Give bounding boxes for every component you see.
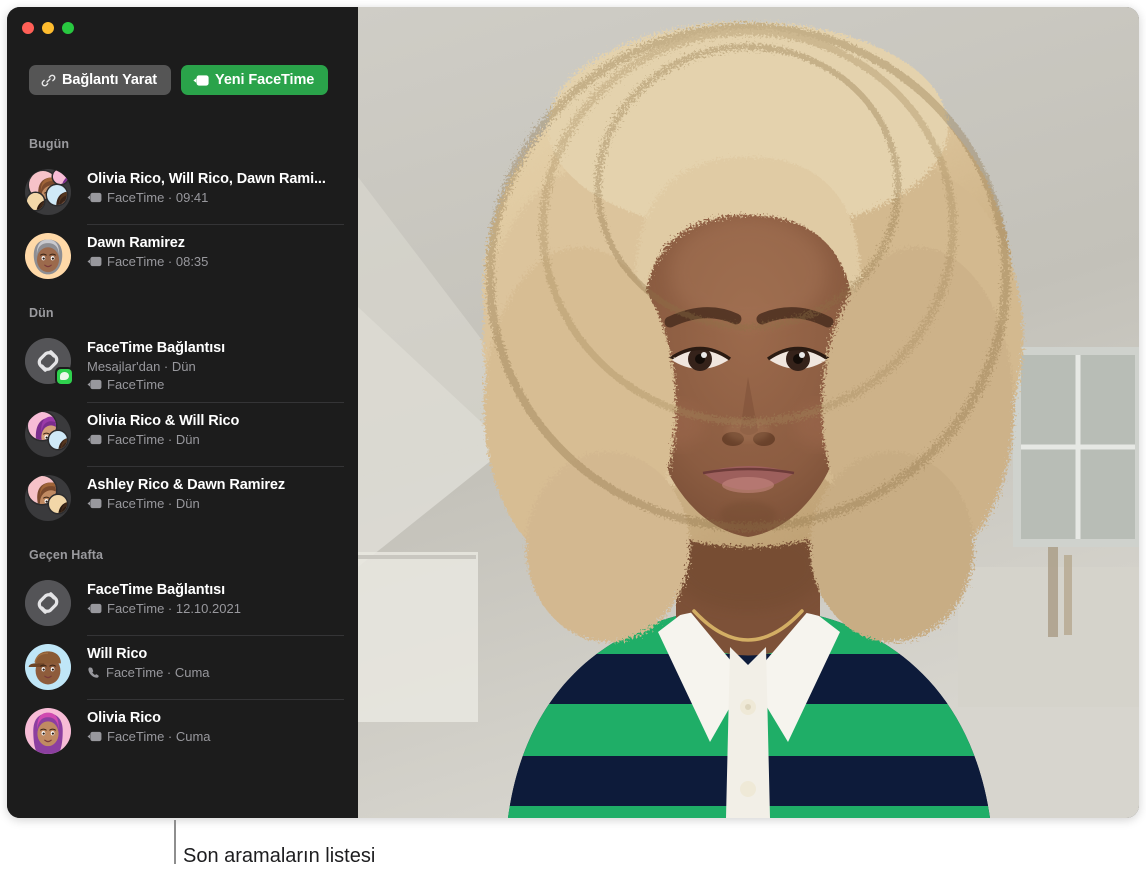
group-avatar-member (27, 193, 44, 210)
group-avatar (25, 169, 71, 215)
facetime-window: Bağlantı Yarat Yeni FaceTime Bugün Olivia… (7, 7, 1139, 818)
call-title: Olivia Rico, Will Rico, Dawn Rami... (87, 170, 344, 188)
callout-caption: Son aramaların listesi (183, 845, 375, 868)
call-list-item[interactable]: Olivia RicoFaceTime · Cuma (7, 699, 358, 763)
video-camera-icon (87, 379, 102, 390)
row-text: Ashley Rico & Dawn RamirezFaceTime · Dün (87, 475, 344, 512)
call-kind-label: FaceTime (107, 376, 164, 393)
zoom-button[interactable] (62, 22, 74, 34)
row-separator (87, 224, 344, 225)
new-facetime-button[interactable]: Yeni FaceTime (181, 65, 328, 95)
call-list-item[interactable]: FaceTime BağlantısıFaceTime · 12.10.2021 (7, 571, 358, 635)
new-facetime-label: Yeni FaceTime (215, 72, 314, 88)
call-subtitle-label: FaceTime · Cuma (107, 728, 211, 745)
call-list-item[interactable]: Ashley Rico & Dawn RamirezFaceTime · Dün (7, 466, 358, 530)
group-avatar-member (49, 431, 67, 449)
group-avatar-member (53, 169, 68, 184)
call-subtitle: FaceTime · Dün (87, 431, 344, 448)
section-header-3: Geçen Hafta (7, 530, 358, 571)
avatar-wrapper (25, 169, 71, 215)
call-list-item[interactable]: Dawn RamirezFaceTime · 08:35 (7, 224, 358, 288)
video-camera-icon (87, 256, 102, 267)
sidebar-toolbar: Bağlantı Yarat Yeni FaceTime (29, 65, 328, 95)
row-separator (87, 635, 344, 636)
video-camera-icon (87, 434, 102, 445)
create-link-button[interactable]: Bağlantı Yarat (29, 65, 171, 95)
phone-icon (87, 666, 101, 680)
call-subtitle: FaceTime · 12.10.2021 (87, 600, 344, 617)
call-subtitle-label: FaceTime · Dün (107, 495, 200, 512)
section-header-2: Dün (7, 288, 358, 329)
video-camera-icon (87, 498, 102, 509)
call-title: Olivia Rico & Will Rico (87, 412, 344, 430)
row-text: FaceTime BağlantısıFaceTime · 12.10.2021 (87, 580, 344, 617)
messages-app-badge-icon (55, 367, 73, 385)
sidebar: Bağlantı Yarat Yeni FaceTime Bugün Olivia… (7, 7, 358, 818)
call-source: Mesajlar'dan · Dün (87, 358, 344, 375)
call-list-item[interactable]: Olivia Rico, Will Rico, Dawn Rami...Face… (7, 160, 358, 224)
avatar-wrapper (25, 411, 71, 457)
call-subtitle-label: FaceTime · Dün (107, 431, 200, 448)
call-list-item[interactable]: FaceTime BağlantısıMesajlar'dan · DünFac… (7, 329, 358, 402)
call-title: Ashley Rico & Dawn Ramirez (87, 476, 344, 494)
avatar-wrapper (25, 233, 71, 279)
avatar-wrapper (25, 644, 71, 690)
video-camera-icon (87, 192, 102, 203)
group-avatar (25, 411, 71, 457)
avatar-wrapper (25, 580, 71, 626)
video-camera-icon (87, 731, 102, 742)
row-separator (87, 699, 344, 700)
call-title: Dawn Ramirez (87, 234, 344, 252)
call-list-item[interactable]: Will RicoFaceTime · Cuma (7, 635, 358, 699)
call-subtitle-label: FaceTime · 09:41 (107, 189, 208, 206)
group-avatar (25, 475, 71, 521)
create-link-label: Bağlantı Yarat (62, 72, 157, 88)
call-title: FaceTime Bağlantısı (87, 581, 344, 599)
video-camera-icon (87, 603, 102, 614)
group-avatar-member (47, 185, 67, 205)
call-subtitle: FaceTime · 08:35 (87, 253, 344, 270)
link-icon (41, 73, 56, 88)
video-camera-icon (193, 75, 209, 86)
avatar-wrapper (25, 708, 71, 754)
call-title: FaceTime Bağlantısı (87, 339, 344, 357)
recent-calls-list[interactable]: Bugün Olivia Rico, Will Rico, Dawn Rami..… (7, 119, 358, 818)
call-subtitle-label: FaceTime · Cuma (106, 664, 210, 681)
row-text: Will RicoFaceTime · Cuma (87, 644, 344, 681)
call-subtitle: FaceTime · Dün (87, 495, 344, 512)
screenshot-root: Bağlantı Yarat Yeni FaceTime Bugün Olivia… (0, 0, 1146, 888)
avatar-wrapper (25, 475, 71, 521)
avatar-wrapper (25, 338, 71, 384)
row-text: Dawn RamirezFaceTime · 08:35 (87, 233, 344, 270)
video-self-view[interactable] (358, 7, 1139, 818)
row-separator (87, 402, 344, 403)
callout-leader-line (174, 820, 176, 864)
row-text: Olivia Rico, Will Rico, Dawn Rami...Face… (87, 169, 344, 206)
link-avatar-icon (25, 580, 71, 626)
call-subtitle: FaceTime · 09:41 (87, 189, 344, 206)
minimize-button[interactable] (42, 22, 54, 34)
section-header-1: Bugün (7, 119, 358, 160)
video-frame-image (358, 7, 1139, 818)
call-subtitle-label: FaceTime · 08:35 (107, 253, 208, 270)
row-separator (87, 466, 344, 467)
call-list-item[interactable]: Olivia Rico & Will RicoFaceTime · Dün (7, 402, 358, 466)
avatar (25, 644, 71, 690)
row-text: Olivia Rico & Will RicoFaceTime · Dün (87, 411, 344, 448)
call-subtitle: FaceTime · Cuma (87, 728, 344, 745)
call-subtitle-label: FaceTime · 12.10.2021 (107, 600, 241, 617)
avatar (25, 233, 71, 279)
avatar (25, 708, 71, 754)
close-button[interactable] (22, 22, 34, 34)
row-text: FaceTime BağlantısıMesajlar'dan · DünFac… (87, 338, 344, 393)
call-subtitle: FaceTime (87, 376, 344, 393)
row-text: Olivia RicoFaceTime · Cuma (87, 708, 344, 745)
call-subtitle: FaceTime · Cuma (87, 664, 344, 681)
call-title: Will Rico (87, 645, 344, 663)
call-title: Olivia Rico (87, 709, 344, 727)
group-avatar-member (49, 495, 67, 513)
window-traffic-lights (22, 22, 74, 34)
